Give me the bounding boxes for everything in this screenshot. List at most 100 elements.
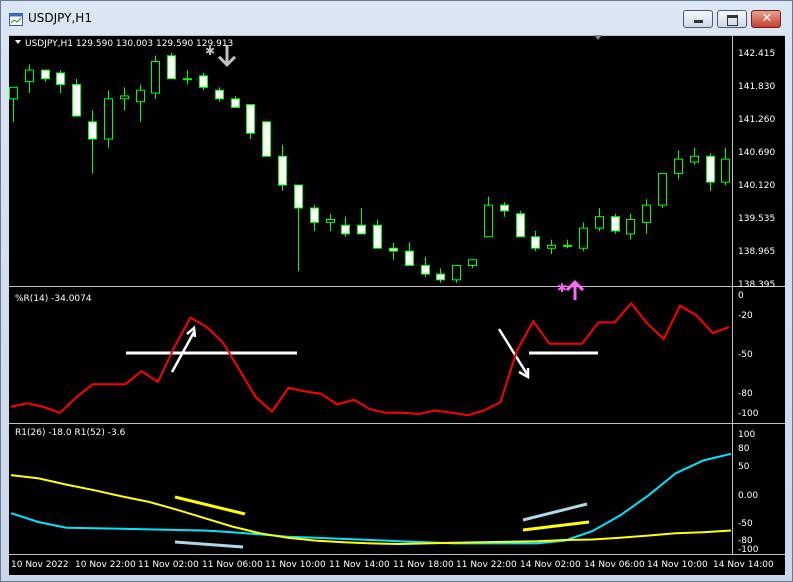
buy-arrow-icon[interactable] [565,279,585,301]
candle-bear [706,155,715,183]
r1-fast-line [10,452,732,545]
wr-axis: 0 -20 -50 -80 -100 [738,291,759,419]
candle-bear [246,104,255,134]
time-tick: 14 Nov 14:00 [713,560,774,570]
candle-bear [405,250,414,266]
candle-bear [436,273,445,281]
candle-bear [278,155,287,186]
candle-bull [326,219,335,223]
candle-bear [310,207,319,223]
r1-tick: 50 [738,462,750,472]
price-tick: 141.260 [738,115,775,125]
candle-bull [151,60,160,94]
r1-tick: -50 [738,519,753,529]
candle-bear [56,72,65,85]
wr-tick: -80 [738,389,753,399]
candle-bull [595,216,604,229]
r1-trendline-yellow[interactable] [522,520,590,532]
wr-tick: -50 [738,350,753,360]
price-tick: 138.395 [738,280,775,290]
candle-bear [516,213,525,238]
trend-arrow-down[interactable] [497,328,529,375]
buy-star-icon: ✱ [557,281,567,295]
candle-bear [341,224,350,235]
close-button[interactable]: ✕ [751,10,781,28]
candle-bull [25,69,34,83]
time-tick: 10 Nov 22:00 [75,560,136,570]
time-tick: 11 Nov 10:00 [265,560,326,570]
candle-bull [626,219,635,235]
candle-bear [611,216,620,232]
candle-bull [642,204,651,223]
candle-bull [183,78,192,81]
r1-label: R1(26) -18.0 R1(52) -3.6 [15,428,126,438]
r1-lines-layer [10,452,732,546]
time-tick: 11 Nov 22:00 [456,560,517,570]
header-dropdown-icon[interactable] [15,40,21,44]
price-tick: 139.535 [738,214,775,224]
maximize-button[interactable] [717,10,747,28]
candle-bear [421,264,430,275]
time-tick: 11 Nov 02:00 [138,560,199,570]
candle-bull [674,158,683,175]
price-axis: 142.415 141.830 141.260 140.690 140.120 … [738,49,775,290]
candle-bull [658,173,667,206]
title-bar[interactable]: USDJPY,H1 ✕ [1,1,792,35]
candle-bear [500,204,509,212]
time-tick: 14 Nov 02:00 [520,560,581,570]
chart-svg[interactable]: USDJPY,H1 129.590 130.003 129.590 129.91… [9,35,785,575]
close-icon: ✕ [761,11,773,26]
r1-trendline-blue[interactable] [174,540,244,549]
candle-bear [41,69,50,80]
chart-window: USDJPY,H1 ✕ USDJPY,H1 129.590 130.003 12… [0,0,793,582]
r1-slow-line [10,474,732,546]
candle-bear [357,224,366,235]
chart-window-icon [9,11,23,26]
price-tick: 138.965 [738,247,775,257]
candle-bear [215,89,224,100]
candle-bull [484,204,493,238]
candle-bear [294,184,303,209]
maximize-icon [727,15,738,26]
time-tick: 10 Nov 2022 [11,560,69,570]
candle-bear [72,83,81,117]
chart-header: USDJPY,H1 129.590 130.003 129.590 129.91… [25,39,233,49]
r1-trendline-blue[interactable] [522,502,588,522]
time-tick: 14 Nov 10:00 [647,560,708,570]
r1-tick: 100 [738,430,755,440]
price-tick: 140.120 [738,181,775,191]
candle-bull [452,264,461,281]
candle-bear [389,247,398,252]
candle-bull [563,244,572,247]
candle-bull [547,244,556,249]
chart-canvas[interactable]: USDJPY,H1 129.590 130.003 129.590 129.91… [9,35,785,575]
candle-bear [167,55,176,80]
wr-tick: 0 [738,291,744,301]
candle-bull [721,158,730,183]
candle-bear [88,121,97,140]
price-tick: 140.690 [738,148,775,158]
time-tick: 11 Nov 18:00 [393,560,454,570]
r1-tick: 80 [738,444,750,454]
r1-tick: -100 [738,545,759,555]
minimize-button[interactable] [683,10,713,28]
price-tick: 142.415 [738,49,775,59]
window-title: USDJPY,H1 [28,11,92,25]
sell-star-icon: ✱ [205,44,215,58]
wr-tick: -20 [738,311,753,321]
time-tick: 11 Nov 06:00 [202,560,263,570]
time-tick: 11 Nov 14:00 [329,560,390,570]
minimize-icon [694,20,703,23]
candle-bull [579,227,588,249]
candle-bear [373,224,382,249]
wr-label: %R(14) -34.0074 [15,294,92,304]
candles-layer [9,52,730,283]
candle-bull [136,89,145,103]
candle-bear [231,98,240,108]
shift-marker-icon[interactable] [594,35,602,40]
candle-bull [9,86,18,100]
candle-bull [468,259,477,266]
wr-tick: -100 [738,409,759,419]
candle-bear [531,236,540,249]
time-axis: 10 Nov 2022 10 Nov 22:00 11 Nov 02:00 11… [11,560,774,570]
